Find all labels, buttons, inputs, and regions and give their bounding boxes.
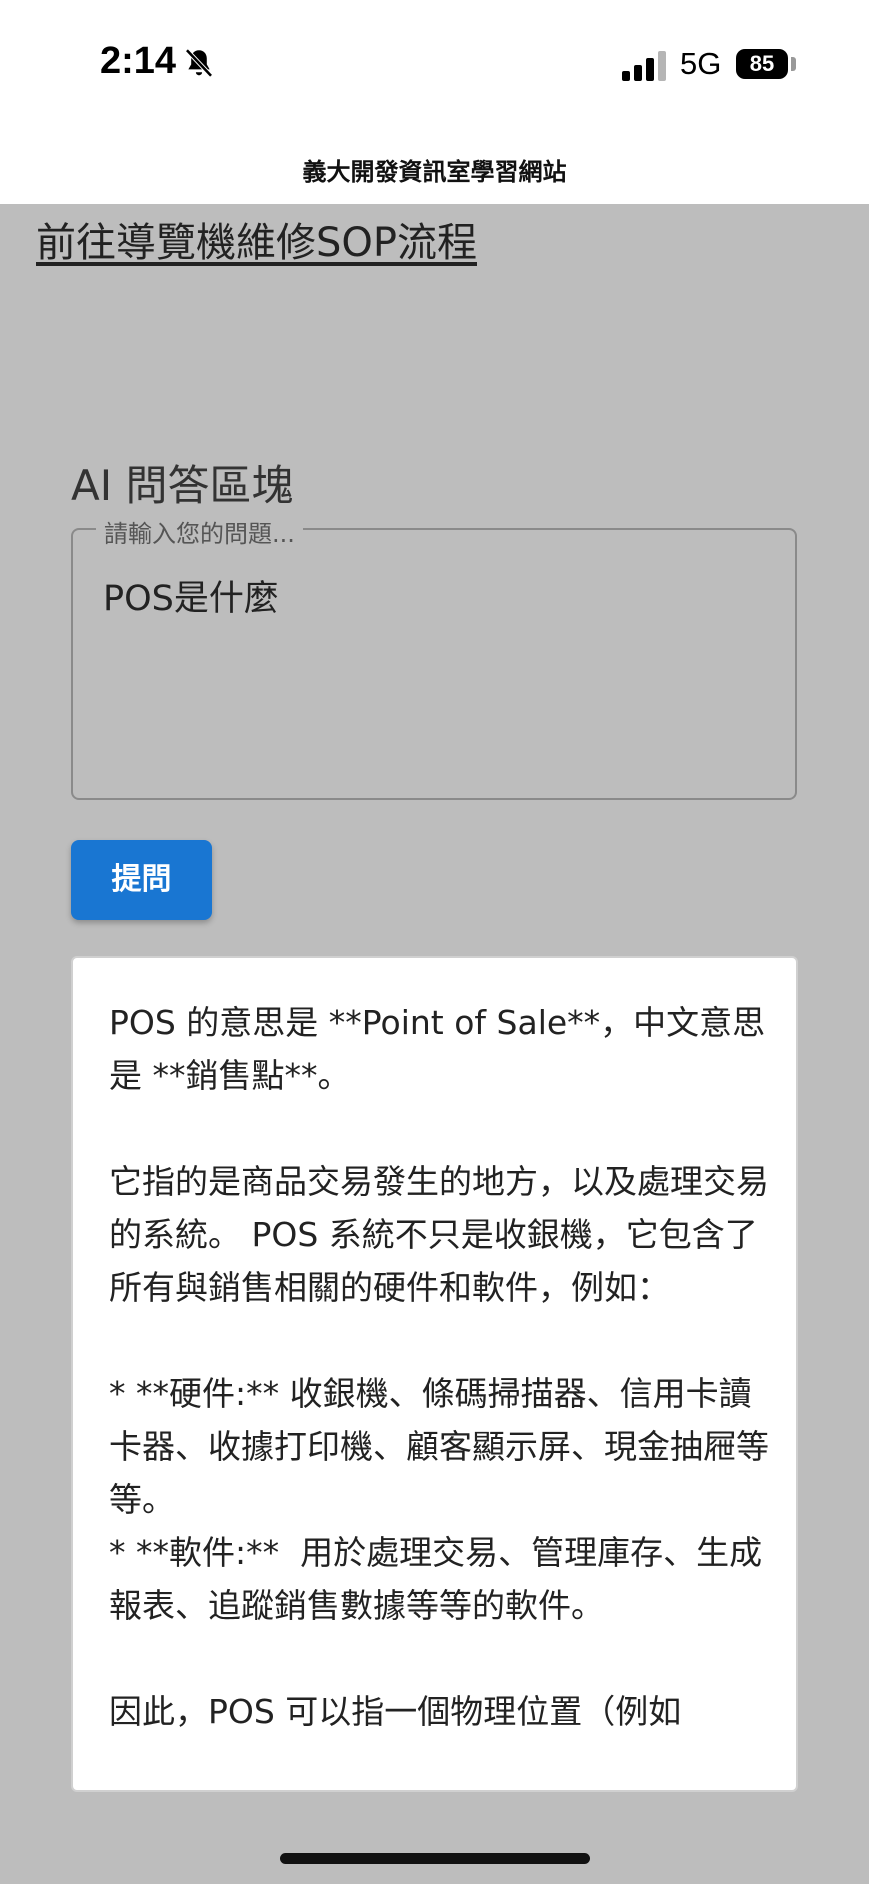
status-bar: 2:14 5G 85: [0, 0, 869, 130]
qa-heading: AI 問答區塊: [71, 461, 294, 510]
sop-link[interactable]: 前往導覽機維修SOP流程: [36, 210, 477, 268]
cellular-signal-icon: [622, 51, 666, 81]
page-title: 義大開發資訊室學習網站: [302, 158, 567, 186]
site-header: 義大開發資訊室學習網站: [0, 130, 869, 204]
question-input-label: 請輸入您的問題...: [96, 514, 303, 549]
ask-button[interactable]: 提問: [71, 840, 212, 920]
home-indicator[interactable]: [280, 1853, 590, 1864]
question-input-value[interactable]: POS是什麼: [103, 570, 763, 621]
question-input[interactable]: 請輸入您的問題... POS是什麼: [71, 514, 797, 800]
bell-slash-icon: [185, 48, 213, 78]
answer-panel[interactable]: POS 的意思是 **Point of Sale**，中文意思是 **銷售點**…: [71, 956, 798, 1792]
answer-text: POS 的意思是 **Point of Sale**，中文意思是 **銷售點**…: [109, 1003, 769, 1731]
battery-cap: [791, 57, 796, 71]
battery-icon: 85: [736, 49, 788, 79]
network-type: 5G: [680, 46, 722, 81]
status-time: 2:14: [100, 40, 177, 82]
